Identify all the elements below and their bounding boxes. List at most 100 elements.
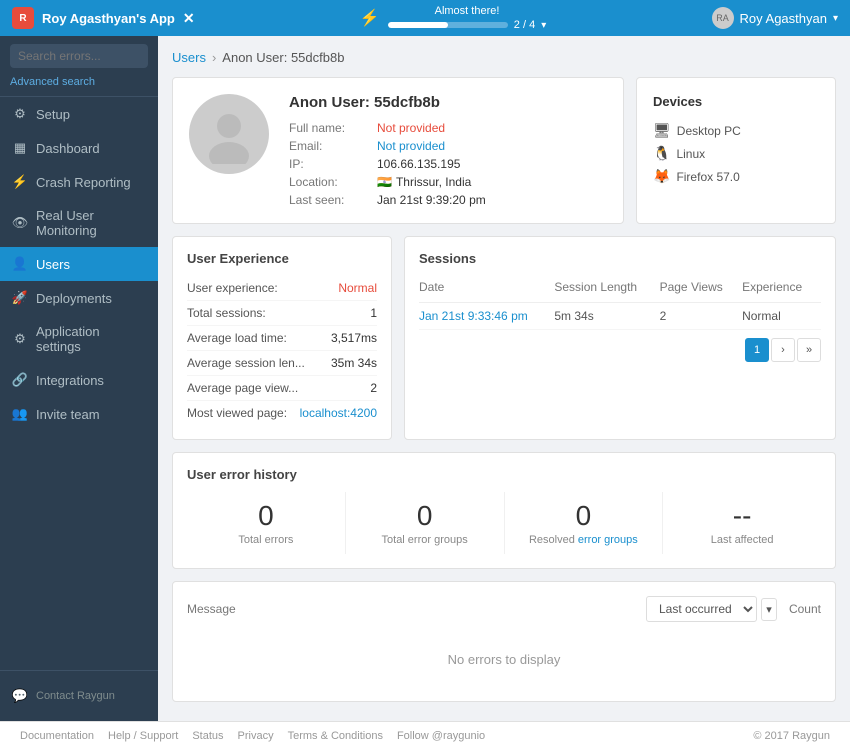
user-experience-card: User Experience User experience: Normal … (172, 236, 392, 440)
col-page-views: Page Views (660, 276, 743, 303)
sessions-table-header: Date Session Length Page Views Experienc… (419, 276, 821, 303)
setup-icon: ⚙ (12, 106, 28, 122)
sidebar-item-deployments[interactable]: 🚀 Deployments (0, 281, 158, 315)
location-value: 🇮🇳 Thrissur, India (377, 175, 607, 189)
invite-team-icon: 👥 (12, 406, 28, 422)
col-experience: Experience (742, 276, 821, 303)
profile-info: Anon User: 55dcfb8b Full name: Not provi… (289, 94, 607, 207)
profile-row: Anon User: 55dcfb8b Full name: Not provi… (172, 77, 836, 224)
progress-dropdown-icon[interactable]: ▾ (541, 20, 546, 31)
search-container (0, 36, 158, 76)
topbar: R Roy Agasthyan's App ✕ ⚡ Almost there! … (0, 0, 850, 36)
sidebar-item-users[interactable]: 👤 Users (0, 247, 158, 281)
footer-copyright: © 2017 Raygun (753, 730, 830, 742)
advanced-search-link[interactable]: Advanced search (0, 76, 158, 96)
search-input[interactable] (10, 44, 148, 68)
full-name-label: Full name: (289, 121, 369, 135)
stat-total-errors-number: 0 (195, 500, 337, 532)
lightning-icon: ⚡ (360, 8, 380, 28)
sidebar-item-rum[interactable]: 👁 Real User Monitoring (0, 199, 158, 247)
last-occurred-select[interactable]: Last occurred (646, 596, 757, 622)
integrations-icon: 🔗 (12, 372, 28, 388)
error-filter: Last occurred ▾ Count (646, 596, 821, 622)
device-label-firefox: Firefox 57.0 (676, 170, 739, 184)
footer-link-privacy[interactable]: Privacy (238, 730, 274, 742)
progress-bar-container: 2 / 4 ▾ (388, 19, 546, 31)
main-layout: Advanced search ⚙ Setup ▦ Dashboard ⚡ Cr… (0, 36, 850, 721)
sessions-card: Sessions Date Session Length Page Views … (404, 236, 836, 440)
sidebar-item-invite-team[interactable]: 👥 Invite team (0, 397, 158, 431)
footer-links: Documentation Help / Support Status Priv… (20, 730, 485, 742)
ue-value-sessionlen: 35m 34s (331, 356, 377, 370)
user-dropdown-icon[interactable]: ▾ (833, 13, 838, 24)
stat-last-affected-label: Last affected (671, 534, 813, 546)
dashboard-icon: ▦ (12, 140, 28, 156)
sidebar-item-setup[interactable]: ⚙ Setup (0, 97, 158, 131)
sidebar-item-integrations[interactable]: 🔗 Integrations (0, 363, 158, 397)
last-seen-value: Jan 21st 9:39:20 pm (377, 193, 607, 207)
error-history-card: User error history 0 Total errors 0 Tota… (172, 452, 836, 569)
firefox-icon: 🦊 (653, 168, 670, 185)
error-table-header: Message Last occurred ▾ Count (187, 596, 821, 622)
sidebar-bottom: 💬 Contact Raygun (0, 670, 158, 721)
sidebar-item-app-settings[interactable]: ⚙ Application settings (0, 315, 158, 363)
sidebar-item-dashboard[interactable]: ▦ Dashboard (0, 131, 158, 165)
sidebar-label-integrations: Integrations (36, 373, 104, 388)
error-table-card: Message Last occurred ▾ Count No errors … (172, 581, 836, 702)
sidebar-item-contact[interactable]: 💬 Contact Raygun (0, 679, 158, 713)
ue-row-loadtime: Average load time: 3,517ms (187, 326, 377, 351)
footer-link-docs[interactable]: Documentation (20, 730, 94, 742)
location-label: Location: (289, 175, 369, 189)
ue-value-loadtime: 3,517ms (331, 331, 377, 345)
pagination: 1 › » (419, 338, 821, 362)
devices-title: Devices (653, 94, 819, 109)
sidebar-label-dashboard: Dashboard (36, 141, 100, 156)
device-item-linux: 🐧 Linux (653, 142, 819, 165)
desktop-icon: 🖥 (653, 122, 671, 139)
ip-label: IP: (289, 157, 369, 171)
app-icon: R (12, 7, 34, 29)
sidebar-item-crash-reporting[interactable]: ⚡ Crash Reporting (0, 165, 158, 199)
email-value[interactable]: Not provided (377, 139, 607, 153)
footer-link-terms[interactable]: Terms & Conditions (288, 730, 383, 742)
stat-total-errors-label: Total errors (195, 534, 337, 546)
topbar-user[interactable]: RA Roy Agasthyan ▾ (712, 7, 838, 29)
breadcrumb-parent[interactable]: Users (172, 50, 206, 65)
sidebar-label-app-settings: Application settings (36, 324, 146, 354)
footer: Documentation Help / Support Status Priv… (0, 721, 850, 750)
ue-value-mostviewed[interactable]: localhost:4200 (300, 406, 377, 420)
stat-error-groups-label: Total error groups (354, 534, 496, 546)
page-btn-next[interactable]: › (771, 338, 795, 362)
ue-label-mostviewed: Most viewed page: (187, 406, 287, 420)
linux-icon: 🐧 (653, 145, 670, 162)
devices-card: Devices 🖥 Desktop PC 🐧 Linux 🦊 Firefox 5… (636, 77, 836, 224)
session-date[interactable]: Jan 21st 9:33:46 pm (419, 303, 554, 330)
page-btn-1[interactable]: 1 (745, 338, 769, 362)
stat-error-groups-number: 0 (354, 500, 496, 532)
footer-link-twitter[interactable]: Follow @raygunio (397, 730, 485, 742)
session-experience: Normal (742, 303, 821, 330)
footer-link-status[interactable]: Status (192, 730, 223, 742)
ue-value-experience: Normal (338, 281, 377, 295)
user-name: Roy Agasthyan (740, 11, 827, 26)
email-label: Email: (289, 139, 369, 153)
stat-last-affected: -- Last affected (662, 492, 821, 554)
error-history-title: User error history (187, 467, 821, 482)
ue-label-loadtime: Average load time: (187, 331, 287, 345)
footer-link-support[interactable]: Help / Support (108, 730, 178, 742)
page-btn-last[interactable]: » (797, 338, 821, 362)
ue-row-experience: User experience: Normal (187, 276, 377, 301)
ue-row-mostviewed: Most viewed page: localhost:4200 (187, 401, 377, 425)
location-flag: 🇮🇳 (377, 175, 392, 189)
filter-dropdown-btn[interactable]: ▾ (761, 598, 777, 621)
avatar-svg (199, 104, 259, 164)
ue-label-pageview: Average page view... (187, 381, 298, 395)
ue-row-sessionlen: Average session len... 35m 34s (187, 351, 377, 376)
topbar-menu-icon[interactable]: ✕ (183, 10, 195, 27)
last-seen-label: Last seen: (289, 193, 369, 207)
no-errors-message: No errors to display (187, 632, 821, 687)
contact-icon: 💬 (12, 688, 28, 704)
ip-value: 106.66.135.195 (377, 157, 607, 171)
topbar-progress: ⚡ Almost there! 2 / 4 ▾ (195, 5, 712, 31)
ue-label-experience: User experience: (187, 281, 278, 295)
